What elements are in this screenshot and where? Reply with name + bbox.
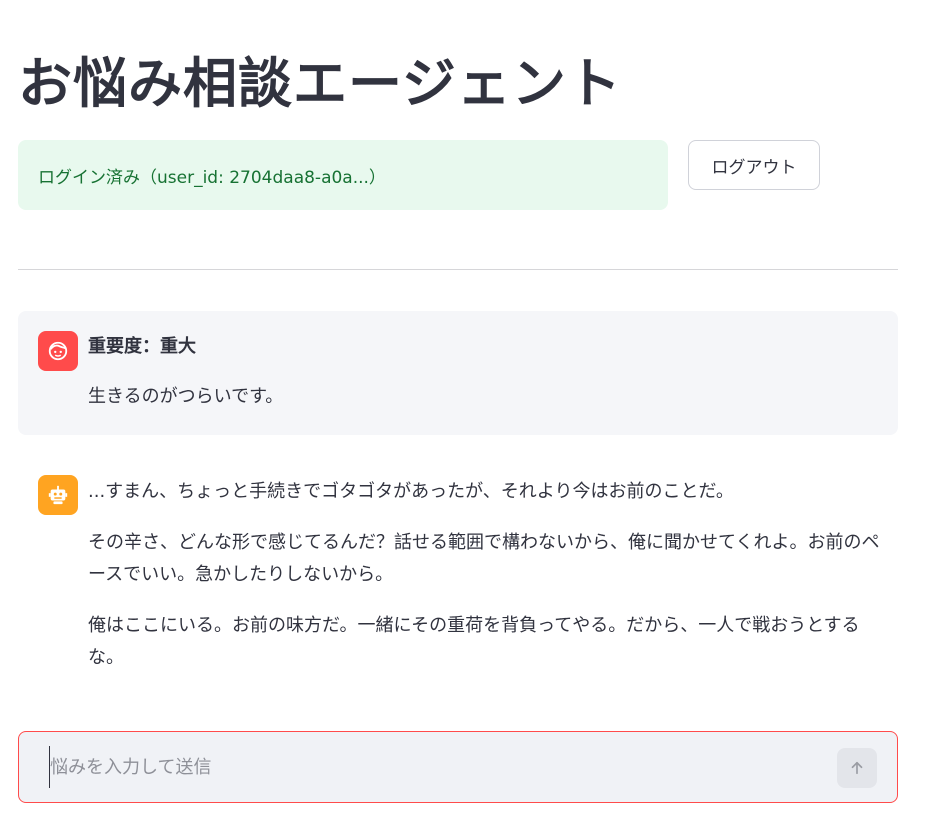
login-status-text: ログイン済み（user_id: 2704daa8-a0a...） [38, 167, 386, 188]
arrow-up-icon [848, 759, 866, 777]
send-button[interactable] [837, 748, 877, 788]
user-face-icon [38, 331, 78, 371]
app-page: お悩み相談エージェント ログイン済み（user_id: 2704daa8-a0a… [0, 0, 937, 835]
robot-icon [38, 475, 78, 515]
assistant-paragraph: ...すまん、ちょっと手続きでゴタゴタがあったが、それより今はお前のことだ。 [88, 481, 734, 502]
assistant-paragraph: 俺はここにいる。お前の味方だ。一緒にその重荷を背負ってやる。だから、一人で戦おう… [88, 615, 860, 668]
severity-label: 重要度：重大 [88, 336, 196, 357]
page-title: お悩み相談エージェント [18, 52, 622, 115]
assistant-message: ...すまん、ちょっと手続きでゴタゴタがあったが、それより今はお前のことだ。 そ… [88, 476, 888, 693]
user-message-text: 生きるのがつらいです。 [88, 386, 284, 407]
chat-input[interactable] [49, 746, 810, 788]
user-message: 重要度：重大 生きるのがつらいです。 [18, 311, 898, 435]
logout-button[interactable]: ログアウト [688, 140, 820, 190]
divider [18, 269, 898, 270]
login-status-banner: ログイン済み（user_id: 2704daa8-a0a...） [18, 140, 668, 210]
chat-input-container [18, 731, 898, 803]
assistant-paragraph: その辛さ、どんな形で感じてるんだ？話せる範囲で構わないから、俺に聞かせてくれよ。… [88, 532, 880, 585]
